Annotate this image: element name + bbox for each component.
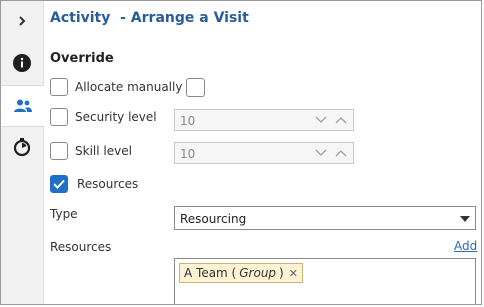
skill-level-increment[interactable] (331, 143, 351, 163)
resources-checkbox-label: Resources (77, 177, 139, 191)
skill-level-label: Skill level (75, 144, 132, 158)
page-title: Activity - Arrange a Visit (50, 10, 249, 26)
security-level-stepper[interactable]: 10 (174, 109, 354, 131)
add-resource-link[interactable]: Add (454, 239, 477, 253)
type-select[interactable]: Resourcing (174, 206, 476, 230)
remove-chip-icon[interactable]: ✕ (289, 267, 298, 280)
allocate-manually-toggle[interactable] (186, 78, 205, 97)
people-icon (13, 99, 32, 112)
side-rail (1, 1, 44, 304)
section-title-override: Override (50, 51, 114, 66)
allocate-manually-label: Allocate manually (75, 80, 183, 94)
info-icon (13, 54, 31, 72)
checkmark-icon (53, 179, 65, 189)
chevron-up-icon (335, 117, 347, 124)
resource-chip-group: Group (239, 266, 277, 280)
resources-list-box[interactable]: A Team (Group) ✕ (174, 258, 476, 304)
chevron-right-icon (19, 16, 26, 26)
chevron-down-icon (315, 116, 327, 123)
skill-level-stepper[interactable]: 10 (174, 142, 354, 164)
collapse-button[interactable] (1, 1, 43, 41)
resource-chip: A Team (Group) ✕ (179, 263, 303, 283)
skill-level-value: 10 (180, 147, 196, 161)
security-level-increment[interactable] (331, 110, 351, 130)
resource-chip-name: A Team ( (184, 266, 237, 280)
dropdown-caret-icon (460, 216, 470, 222)
activity-panel-frame: Activity - Arrange a Visit Override Allo… (0, 0, 482, 305)
skill-level-checkbox[interactable] (50, 142, 68, 160)
timing-tab[interactable] (1, 127, 43, 167)
stopwatch-icon (13, 138, 31, 157)
security-level-decrement[interactable] (311, 110, 331, 130)
security-level-value: 10 (180, 114, 196, 128)
resources-field-label: Resources (50, 240, 112, 254)
type-select-value: Resourcing (180, 212, 247, 226)
type-label: Type (50, 207, 78, 221)
allocate-manually-checkbox[interactable] (50, 78, 68, 96)
skill-level-decrement[interactable] (311, 143, 331, 163)
resources-checkbox[interactable] (50, 175, 68, 193)
security-level-checkbox[interactable] (50, 108, 68, 126)
details-panel: Activity - Arrange a Visit Override Allo… (44, 1, 481, 304)
chevron-up-icon (335, 150, 347, 157)
chevron-down-icon (315, 149, 327, 156)
info-tab[interactable] (1, 43, 43, 83)
resource-chip-close-paren: ) (279, 266, 284, 280)
security-level-label: Security level (75, 110, 157, 124)
resources-tab[interactable] (1, 85, 44, 127)
